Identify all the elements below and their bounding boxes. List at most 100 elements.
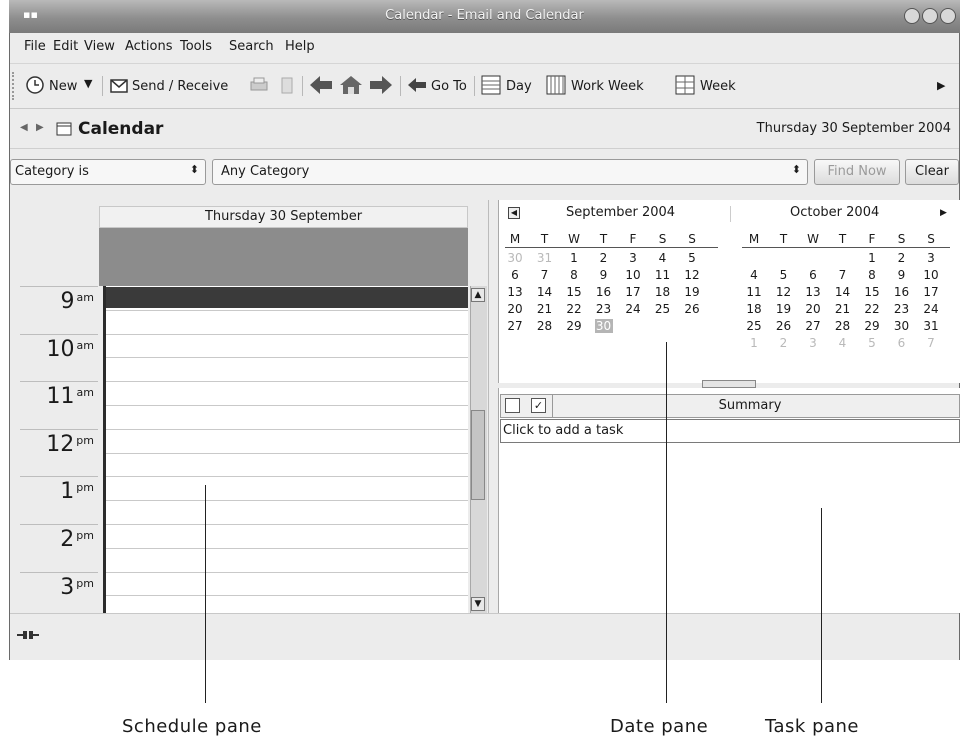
calendar-day[interactable]: 1 [863,251,881,265]
calendar-day[interactable]: 27 [804,319,822,333]
calendar-day[interactable]: 1 [745,336,763,350]
calendar-day[interactable]: 17 [922,285,940,299]
calendar-day[interactable]: 24 [624,302,642,316]
week-view-button[interactable]: Week [700,79,736,94]
calendar-day[interactable]: 10 [922,268,940,282]
toolbar-overflow-arrow-icon[interactable]: ▶ [937,79,945,92]
new-button[interactable]: New [49,79,77,94]
day-view-button[interactable]: Day [506,79,532,94]
calendar-day[interactable]: 29 [565,319,583,333]
complete-checkbox-column-icon[interactable]: ✓ [531,398,546,413]
calendar-day[interactable]: 19 [683,285,701,299]
calendar-day[interactable]: 2 [893,251,911,265]
add-task-input[interactable]: Click to add a task [500,419,960,443]
filter-field-select[interactable]: Category is ⬍ [10,159,206,185]
forward-arrow-icon[interactable]: ▶ [36,122,44,133]
calendar-day[interactable]: 30 [594,319,613,333]
day-time-grid[interactable] [103,286,468,613]
calendar-day[interactable]: 28 [536,319,554,333]
calendar-day[interactable]: 6 [893,336,911,350]
calendar-day[interactable]: 11 [745,285,763,299]
calendar-day[interactable]: 3 [624,251,642,265]
find-now-button[interactable]: Find Now [814,159,900,185]
calendar-day[interactable]: 16 [595,285,613,299]
calendar-day[interactable]: 5 [683,251,701,265]
previous-arrow-icon[interactable] [308,74,334,96]
calendar-day[interactable]: 20 [506,302,524,316]
calendar-day[interactable]: 18 [745,302,763,316]
calendar-day[interactable]: 14 [536,285,554,299]
calendar-day[interactable]: 30 [506,251,524,265]
menu-view[interactable]: View [84,39,115,54]
calendar-day[interactable]: 13 [804,285,822,299]
calendar-day[interactable]: 25 [745,319,763,333]
category-select[interactable]: Any Category ⬍ [212,159,808,185]
calendar-day[interactable]: 18 [654,285,672,299]
calendar-day[interactable]: 26 [683,302,701,316]
new-dropdown-icon[interactable]: ▼ [84,77,92,90]
clear-button[interactable]: Clear [905,159,959,185]
calendar-day[interactable]: 21 [834,302,852,316]
calendar-day[interactable]: 5 [775,268,793,282]
send-receive-button[interactable]: Send / Receive [132,79,228,94]
calendar-day[interactable]: 4 [745,268,763,282]
menu-actions[interactable]: Actions [125,39,173,54]
title-bar[interactable]: ▪▪ Calendar - Email and Calendar [9,0,960,33]
calendar-day[interactable]: 15 [863,285,881,299]
calendar-day[interactable]: 13 [506,285,524,299]
calendar-day[interactable]: 22 [565,302,583,316]
calendar-day[interactable]: 19 [775,302,793,316]
toolbar-grip[interactable] [12,72,18,100]
goto-button[interactable]: Go To [431,79,467,94]
calendar-day[interactable]: 7 [536,268,554,282]
calendar-day[interactable]: 4 [654,251,672,265]
calendar-day[interactable]: 26 [775,319,793,333]
menu-search[interactable]: Search [229,39,274,54]
calendar-day[interactable]: 14 [834,285,852,299]
calendar-day[interactable]: 31 [536,251,554,265]
day-column-header[interactable]: Thursday 30 September [99,206,468,228]
calendar-day[interactable]: 8 [863,268,881,282]
close-button[interactable] [940,8,956,24]
scroll-up-arrow-icon[interactable]: ▲ [471,288,485,302]
calendar-day[interactable]: 12 [775,285,793,299]
calendar-day[interactable]: 15 [565,285,583,299]
calendar-day[interactable]: 27 [506,319,524,333]
minimize-button[interactable] [904,8,920,24]
calendar-day[interactable]: 4 [834,336,852,350]
calendar-day[interactable]: 2 [775,336,793,350]
calendar-day[interactable]: 6 [804,268,822,282]
online-status-plug-icon[interactable] [16,628,40,642]
previous-month-icon[interactable]: ◀ [508,207,520,219]
calendar-day[interactable]: 11 [654,268,672,282]
calendar-day[interactable]: 8 [565,268,583,282]
today-home-icon[interactable] [338,74,364,96]
calendar-day[interactable]: 24 [922,302,940,316]
print-icon[interactable] [248,74,270,96]
menu-help[interactable]: Help [285,39,315,54]
menu-edit[interactable]: Edit [53,39,78,54]
calendar-day[interactable]: 5 [863,336,881,350]
calendar-day[interactable]: 17 [624,285,642,299]
menu-file[interactable]: File [24,39,46,54]
calendar-day[interactable]: 23 [893,302,911,316]
scroll-down-arrow-icon[interactable]: ▼ [471,597,485,611]
task-type-column-icon[interactable] [505,398,520,413]
calendar-day[interactable]: 20 [804,302,822,316]
next-arrow-icon[interactable] [368,74,394,96]
calendar-day[interactable]: 23 [595,302,613,316]
calendar-day[interactable]: 25 [654,302,672,316]
calendar-day[interactable]: 7 [922,336,940,350]
calendar-day[interactable]: 12 [683,268,701,282]
menu-tools[interactable]: Tools [180,39,212,54]
pane-resize-handle[interactable] [702,380,756,388]
summary-column-header[interactable]: Summary [501,398,959,413]
next-month-icon[interactable]: ▶ [940,208,947,218]
calendar-day[interactable]: 10 [624,268,642,282]
calendar-day[interactable]: 22 [863,302,881,316]
delete-icon[interactable] [276,74,298,96]
calendar-day[interactable]: 9 [893,268,911,282]
calendar-day[interactable]: 1 [565,251,583,265]
calendar-day[interactable]: 9 [595,268,613,282]
calendar-day[interactable]: 21 [536,302,554,316]
